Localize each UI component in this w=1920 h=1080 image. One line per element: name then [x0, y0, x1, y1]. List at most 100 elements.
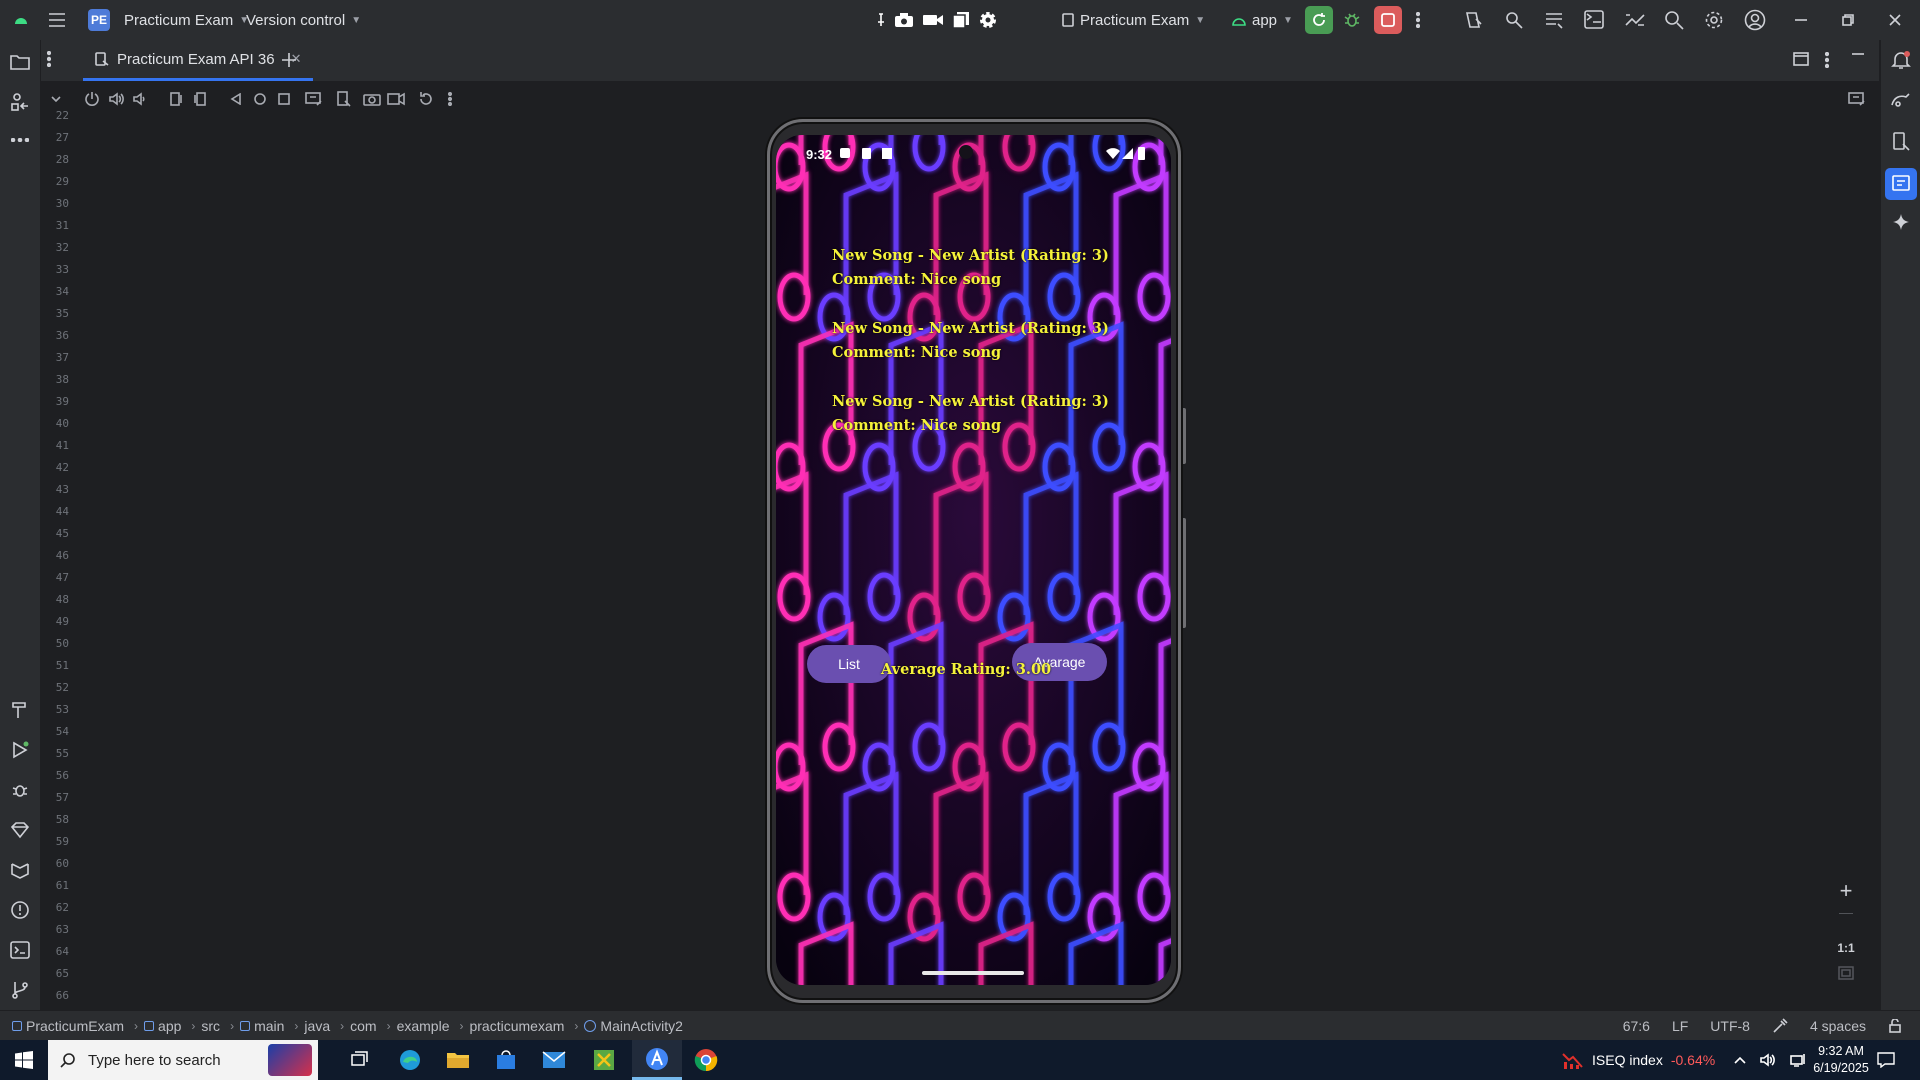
- settings-gear-icon[interactable]: [978, 10, 998, 30]
- zoom-actual-size-button[interactable]: 1:1: [1826, 941, 1866, 955]
- fold-icon[interactable]: [303, 88, 325, 110]
- layout-split-icon[interactable]: [1793, 52, 1809, 66]
- device-explorer-icon[interactable]: [1584, 0, 1604, 40]
- breadcrumb-item[interactable]: example ›: [397, 1018, 464, 1034]
- running-devices-icon[interactable]: [1885, 168, 1917, 200]
- tab-more-icon[interactable]: [1825, 52, 1829, 68]
- line-ending[interactable]: LF: [1672, 1018, 1688, 1034]
- file-encoding[interactable]: UTF-8: [1710, 1018, 1750, 1034]
- main-menu-icon[interactable]: [48, 0, 66, 40]
- network-icon[interactable]: [1790, 1053, 1806, 1067]
- gradle-icon[interactable]: [1889, 88, 1913, 112]
- apply-changes-button[interactable]: [1305, 6, 1333, 34]
- breadcrumb-item[interactable]: practicumexam ›: [469, 1018, 578, 1034]
- gemini-sparkle-icon[interactable]: [1889, 210, 1913, 234]
- run-config-dropdown[interactable]: Practicum Exam ▼: [1062, 0, 1205, 40]
- notifications-bell-icon[interactable]: [1889, 48, 1913, 72]
- version-control-dropdown[interactable]: Version control ▼: [246, 0, 361, 40]
- breadcrumb-item[interactable]: src ›: [201, 1018, 234, 1034]
- breadcrumb-item[interactable]: main ›: [240, 1018, 298, 1034]
- zoom-in-button[interactable]: +: [1826, 878, 1866, 904]
- gesture-home-bar[interactable]: [922, 971, 1024, 975]
- account-icon[interactable]: [1744, 0, 1766, 40]
- copy-icon[interactable]: [952, 11, 970, 29]
- camera-icon[interactable]: [894, 12, 914, 28]
- task-view-icon[interactable]: [336, 1040, 384, 1080]
- close-window-icon[interactable]: [1889, 0, 1901, 40]
- app-quality-icon[interactable]: [1624, 0, 1646, 40]
- zoom-out-button[interactable]: —: [1826, 904, 1866, 920]
- toolbar-more-icon[interactable]: [439, 88, 461, 110]
- back-icon[interactable]: [225, 88, 247, 110]
- android-studio-icon[interactable]: [632, 1040, 682, 1080]
- taskbar-search[interactable]: Type here to search: [48, 1040, 318, 1080]
- code-style-icon[interactable]: [1772, 1018, 1788, 1034]
- search-icon[interactable]: [1664, 0, 1684, 40]
- line-number: 64: [55, 945, 69, 958]
- indent-setting[interactable]: 4 spaces: [1810, 1018, 1866, 1034]
- app-inspection-icon[interactable]: [8, 858, 32, 882]
- add-tab-icon[interactable]: [281, 52, 297, 68]
- video-camera-icon[interactable]: [922, 13, 944, 27]
- screenshot-camera-icon[interactable]: [361, 88, 383, 110]
- resource-manager-icon[interactable]: [8, 90, 32, 114]
- tab-menu-icon[interactable]: [47, 51, 51, 67]
- zoom-fit-icon[interactable]: [1826, 966, 1866, 980]
- debug-bug-icon[interactable]: [8, 778, 32, 802]
- snipping-tool-icon[interactable]: [580, 1040, 628, 1080]
- layout-inspector-icon[interactable]: [1544, 0, 1564, 40]
- overview-icon[interactable]: [273, 88, 295, 110]
- read-only-lock-icon[interactable]: [1888, 1019, 1902, 1033]
- snapshot-icon[interactable]: [333, 88, 355, 110]
- profiler-gem-icon[interactable]: [8, 818, 32, 842]
- breadcrumb-item[interactable]: app ›: [144, 1018, 195, 1034]
- terminal-icon[interactable]: [8, 938, 32, 962]
- rotate-left-icon[interactable]: [165, 88, 187, 110]
- hide-panel-icon[interactable]: [1851, 52, 1865, 56]
- debug-icon[interactable]: [1343, 0, 1361, 40]
- device-manager-icon[interactable]: [1889, 130, 1913, 154]
- stop-button[interactable]: [1374, 6, 1402, 34]
- volume-up-icon[interactable]: [105, 88, 127, 110]
- device-screen[interactable]: 9:32 New Song - New Artist (Rating: 3) C…: [776, 135, 1171, 985]
- git-branch-icon[interactable]: [8, 978, 32, 1002]
- volume-icon[interactable]: [1760, 1053, 1776, 1067]
- project-dropdown[interactable]: PE Practicum Exam ▼: [88, 0, 249, 40]
- home-icon[interactable]: [249, 88, 271, 110]
- more-actions-icon[interactable]: [1416, 0, 1420, 40]
- tab-running-device[interactable]: Practicum Exam API 36 ✕: [83, 40, 314, 81]
- minimize-window-icon[interactable]: [1795, 0, 1807, 40]
- settings-icon[interactable]: [1704, 0, 1724, 40]
- caret-position[interactable]: 67:6: [1623, 1018, 1650, 1034]
- volume-down-icon[interactable]: [129, 88, 151, 110]
- tray-chevron-up-icon[interactable]: [1734, 1056, 1746, 1064]
- reset-icon[interactable]: [415, 88, 437, 110]
- restore-window-icon[interactable]: [1842, 0, 1854, 40]
- edge-browser-icon[interactable]: [386, 1040, 434, 1080]
- more-tools-icon[interactable]: [8, 128, 32, 152]
- file-explorer-icon[interactable]: [434, 1040, 482, 1080]
- project-folder-icon[interactable]: [8, 50, 32, 74]
- module-dropdown[interactable]: app ▼: [1232, 0, 1293, 40]
- mail-icon[interactable]: [530, 1040, 578, 1080]
- assistant-icon[interactable]: [1504, 0, 1524, 40]
- stock-widget[interactable]: ISEQ index -0.64%: [1562, 1040, 1715, 1080]
- power-icon[interactable]: [81, 88, 103, 110]
- screen-record-icon[interactable]: [385, 88, 407, 110]
- run-icon[interactable]: [8, 738, 32, 762]
- chrome-browser-icon[interactable]: [682, 1040, 730, 1080]
- device-frame-icon[interactable]: [1846, 88, 1868, 110]
- pin-icon[interactable]: [876, 13, 886, 27]
- windows-start-icon[interactable]: [0, 1040, 48, 1080]
- breadcrumb-item[interactable]: MainActivity2: [584, 1018, 683, 1034]
- sdk-manager-icon[interactable]: [1464, 0, 1484, 40]
- rotate-right-icon[interactable]: [189, 88, 211, 110]
- breadcrumb-item[interactable]: com ›: [350, 1018, 390, 1034]
- microsoft-store-icon[interactable]: [482, 1040, 530, 1080]
- breadcrumb-item[interactable]: PracticumExam ›: [12, 1018, 138, 1034]
- build-hammer-icon[interactable]: [8, 698, 32, 722]
- list-button[interactable]: List: [807, 645, 891, 683]
- problems-icon[interactable]: [8, 898, 32, 922]
- action-center-icon[interactable]: [1862, 1040, 1910, 1080]
- breadcrumb-item[interactable]: java ›: [304, 1018, 344, 1034]
